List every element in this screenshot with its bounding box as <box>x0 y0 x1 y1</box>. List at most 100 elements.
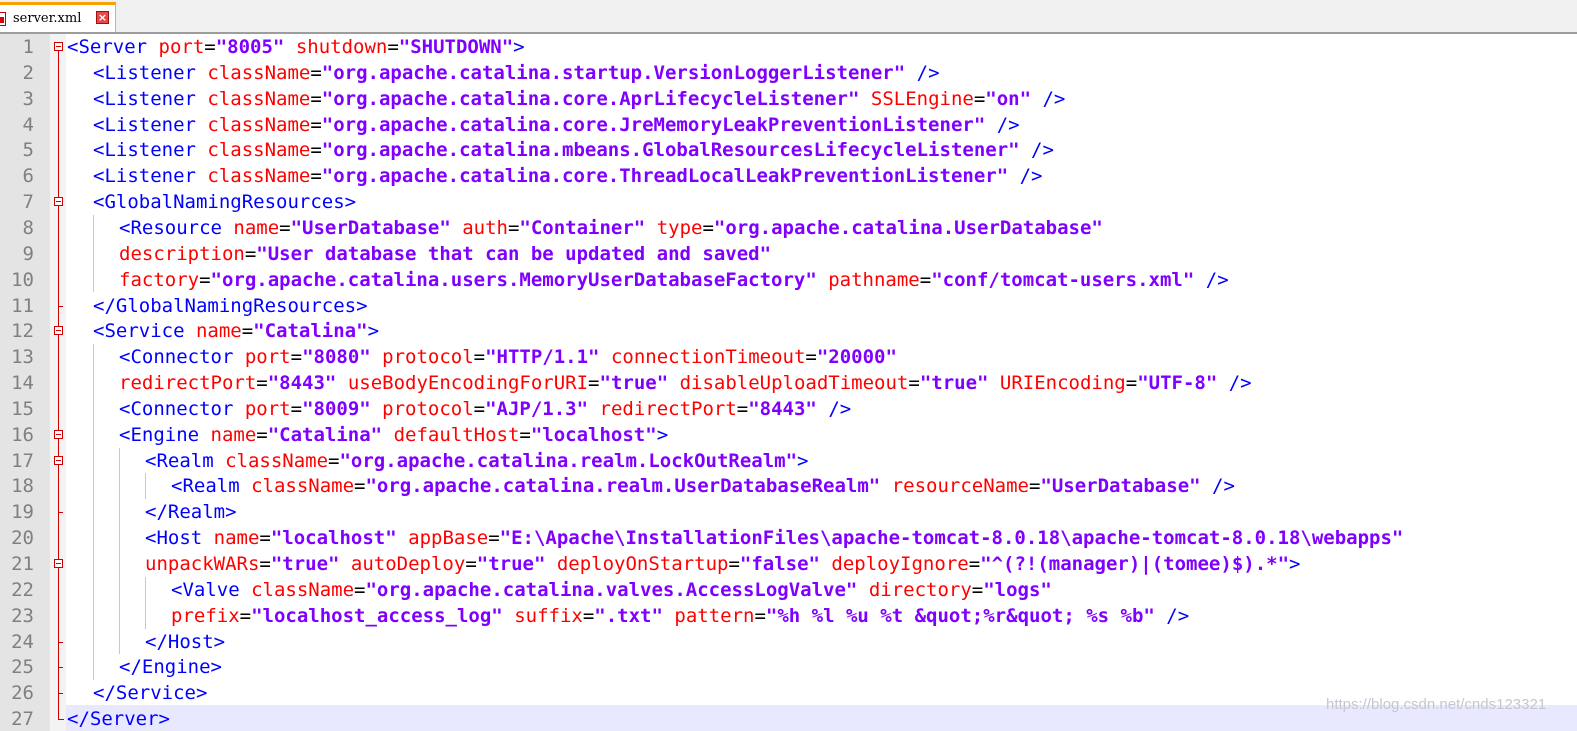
fold-tick <box>58 305 63 307</box>
fold-line-segment <box>58 163 59 190</box>
fold-collapse-icon[interactable] <box>52 421 66 448</box>
fold-collapse-icon[interactable] <box>52 189 66 216</box>
fold-line <box>52 266 66 293</box>
xml-attribute-value: "8443" <box>267 372 337 395</box>
code-text: <Host name="localhost" appBase="E:\Apach… <box>145 525 1403 551</box>
xml-attribute-value: "^(?!(manager)|(tomee)$).*" <box>980 553 1290 575</box>
xml-equals: = <box>805 346 817 369</box>
fold-line <box>52 137 66 164</box>
xml-tag: </Server> <box>67 708 170 731</box>
xml-attribute: className <box>225 449 329 472</box>
xml-tag: /> <box>905 61 940 84</box>
xml-attribute: suffix <box>502 604 583 627</box>
fold-tick <box>58 512 63 514</box>
xml-attribute: className <box>251 578 355 601</box>
code-editor[interactable]: 1 <Server port="8005" shutdown="SHUTDOWN"… <box>0 34 1577 731</box>
line-number: 10 <box>11 268 34 291</box>
fold-collapse-icon[interactable] <box>52 34 66 60</box>
xml-attribute: port <box>244 397 291 420</box>
xml-equals: = <box>310 87 322 110</box>
minus-box-icon[interactable] <box>54 197 63 207</box>
xml-attribute: URIEncoding <box>988 372 1126 395</box>
xml-attribute-value: "org.apache.catalina.core.ThreadLocalLea… <box>321 165 1009 188</box>
code-text: </GlobalNamingResources> <box>93 293 368 319</box>
xml-tag: /> <box>985 113 1020 136</box>
line-number: 3 <box>22 87 34 110</box>
minus-box-icon[interactable] <box>54 429 63 439</box>
xml-tag: /> <box>1019 139 1054 162</box>
code-text: <Listener className="org.apache.catalina… <box>93 60 940 86</box>
xml-equals: = <box>473 346 486 369</box>
minus-box-icon[interactable] <box>54 455 63 465</box>
xml-tag: <Resource <box>119 216 234 239</box>
line-number: 27 <box>11 708 34 731</box>
line-number: 15 <box>11 397 34 420</box>
code-line: 17 <Realm className="org.apache.catalina.… <box>0 447 1577 474</box>
xml-tag: <Realm <box>171 475 252 498</box>
xml-tag: /> <box>1031 87 1066 110</box>
minus-box-icon[interactable] <box>54 42 63 51</box>
xml-equals: = <box>256 423 268 446</box>
xml-attribute-value: "Catalina" <box>267 423 383 446</box>
line-number: 25 <box>11 656 34 679</box>
line-number: 14 <box>11 372 34 395</box>
fold-collapse-icon[interactable] <box>52 318 66 345</box>
fold-line-segment <box>58 266 59 293</box>
line-number: 4 <box>22 113 34 136</box>
xml-attribute-value: "%h %l %u %t &quot;%r&quot; %s %b" <box>765 604 1155 627</box>
code-text: <Listener className="org.apache.catalina… <box>93 163 1042 189</box>
fold-line-segment <box>58 576 59 603</box>
xml-equals: = <box>279 216 291 239</box>
xml-tag: <Listener <box>93 87 208 110</box>
line-number: 12 <box>11 320 34 343</box>
fold-collapse-icon[interactable] <box>52 551 66 577</box>
xml-equals: = <box>473 397 486 420</box>
xml-attribute-value: "org.apache.catalina.UserDatabase" <box>713 216 1103 239</box>
xml-equals: = <box>310 61 322 84</box>
xml-tag: <Realm <box>145 449 226 472</box>
xml-equals: = <box>919 268 932 291</box>
xml-equals: = <box>1125 372 1138 395</box>
code-line: 20 <Host name="localhost" appBase="E:\Apa… <box>0 525 1577 552</box>
code-text: </Server> <box>67 706 170 731</box>
line-number: 8 <box>22 216 34 239</box>
code-line: 8 <Resource name="UserDatabase" auth="Con… <box>0 214 1577 241</box>
code-text: redirectPort="8443" useBodyEncodingForUR… <box>119 370 1252 396</box>
xml-equals: = <box>728 553 740 575</box>
tab-label: server.xml <box>13 11 82 26</box>
fold-line <box>52 214 66 241</box>
tab-server-xml[interactable]: server.xml × <box>0 2 116 32</box>
xml-attribute: name <box>210 423 257 446</box>
xml-tag: > <box>513 36 525 58</box>
xml-attribute-value: "SHUTDOWN" <box>398 36 514 58</box>
fold-root-end <box>52 706 66 731</box>
xml-equals: = <box>244 242 257 265</box>
code-text: </Host> <box>145 629 225 655</box>
line-number: 2 <box>22 61 34 84</box>
xml-attribute-value: "org.apache.catalina.core.JreMemoryLeakP… <box>321 113 986 136</box>
fold-line-segment <box>58 111 59 138</box>
code-text: <Connector port="8080" protocol="HTTP/1.… <box>119 344 897 370</box>
minus-box-icon[interactable] <box>54 326 63 336</box>
fold-line-segment <box>58 214 59 241</box>
fold-block-end <box>52 654 66 681</box>
code-line: 3 <Listener className="org.apache.catalin… <box>0 85 1577 112</box>
xml-tag: <Listener <box>93 165 208 188</box>
fold-line <box>52 163 66 190</box>
xml-attribute: type <box>645 216 703 239</box>
line-number: 24 <box>11 630 34 653</box>
close-icon[interactable]: × <box>96 11 109 24</box>
fold-line-segment <box>58 602 59 629</box>
xml-attribute: prefix <box>171 604 240 627</box>
xml-equals: = <box>736 397 749 420</box>
xml-tag: > <box>797 449 809 472</box>
line-number: 5 <box>22 139 34 162</box>
fold-collapse-icon[interactable] <box>52 447 66 474</box>
code-line: 4 <Listener className="org.apache.catalin… <box>0 111 1577 138</box>
fold-line-segment <box>58 473 59 500</box>
code-text: <Realm className="org.apache.catalina.re… <box>145 448 809 474</box>
fold-line-segment <box>58 344 59 371</box>
minus-box-icon[interactable] <box>54 559 63 568</box>
xml-attribute-value: "8443" <box>748 397 817 420</box>
code-line: 2 <Listener className="org.apache.catalin… <box>0 59 1577 86</box>
